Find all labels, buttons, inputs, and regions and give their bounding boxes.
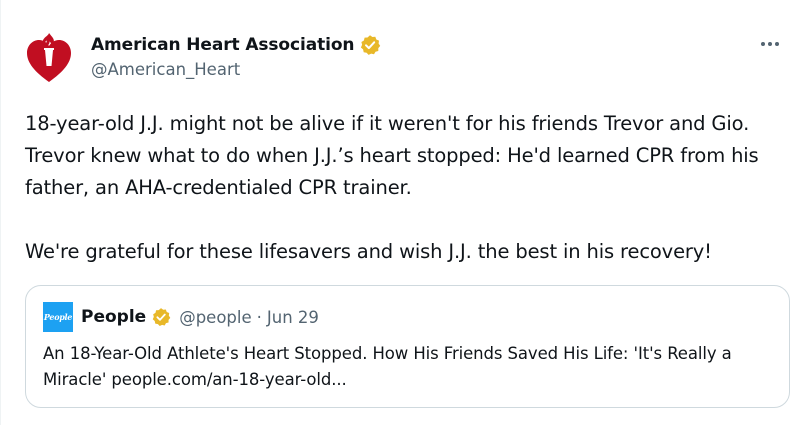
heart-torch-icon <box>27 33 71 82</box>
quoted-handle: @people <box>179 307 252 327</box>
verified-badge-icon[interactable] <box>359 34 381 56</box>
quoted-display-name: People <box>81 307 147 327</box>
author-display-name[interactable]: American Heart Association <box>91 35 355 55</box>
tweet-paragraph-1: 18-year-old J.J. might not be alive if i… <box>25 112 759 199</box>
tweet-header: American Heart Association @American_Hea… <box>91 33 381 79</box>
quoted-tweet[interactable]: People People @people · Jun 29 An 18-Yea… <box>25 285 790 408</box>
author-handle[interactable]: @American_Heart <box>91 60 381 79</box>
quoted-verified-badge-icon <box>151 307 171 327</box>
people-avatar: People <box>43 302 73 332</box>
quoted-tweet-header: People People @people · Jun 29 <box>43 301 319 333</box>
more-options-icon[interactable] <box>757 34 783 54</box>
quoted-separator: · <box>256 307 262 327</box>
tweet-text: 18-year-old J.J. might not be alive if i… <box>25 108 785 268</box>
tweet-card[interactable]: American Heart Association @American_Hea… <box>0 0 801 425</box>
aha-logo-avatar[interactable] <box>25 32 73 84</box>
quoted-date: Jun 29 <box>266 307 319 327</box>
tweet-paragraph-2: We're grateful for these lifesavers and … <box>25 240 712 263</box>
quoted-tweet-text: An 18-Year-Old Athlete's Heart Stopped. … <box>43 344 732 389</box>
